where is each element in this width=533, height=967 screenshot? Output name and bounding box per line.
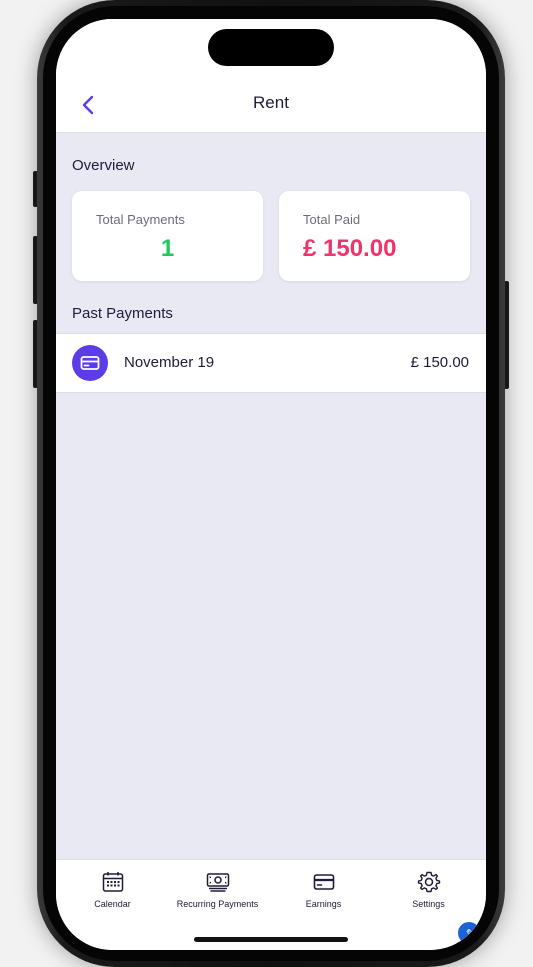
total-paid-label: Total Paid — [303, 212, 361, 227]
total-payments-value: 1 — [160, 235, 175, 262]
payment-date: November 19 — [124, 354, 215, 371]
dynamic-island — [208, 29, 334, 66]
total-payments-label: Total Payments — [96, 212, 185, 227]
tab-settings[interactable]: Settings — [375, 870, 482, 914]
payment-amount: £ 150.00 — [410, 354, 469, 371]
home-indicator[interactable] — [194, 937, 348, 942]
total-paid-value: £ 150.00 — [303, 235, 397, 262]
tab-recurring-payments[interactable]: Recurring Payments — [164, 870, 271, 914]
tab-calendar-label: Calendar — [94, 899, 131, 909]
tab-earnings[interactable]: Earnings — [270, 870, 377, 914]
tab-calendar[interactable]: Calendar — [59, 870, 166, 914]
credit-card-icon — [80, 356, 100, 370]
page-title: Rent — [253, 93, 289, 112]
tab-recurring-payments-label: Recurring Payments — [176, 899, 259, 909]
tab-earnings-label: Earnings — [305, 899, 342, 909]
app-screen: Rent Overview Total Payments 1 Total Pai… — [56, 19, 486, 950]
tab-settings-label: Settings — [412, 899, 445, 909]
total-payments-card: Total Payments 1 — [72, 191, 263, 281]
cash-icon — [206, 873, 229, 892]
credit-card-icon — [313, 874, 334, 890]
past-payments-heading: Past Payments — [72, 305, 173, 322]
total-paid-card: Total Paid £ 150.00 — [279, 191, 470, 281]
calendar-icon — [102, 872, 123, 892]
payment-list-item[interactable]: November 19 £ 150.00 — [56, 333, 486, 393]
phone-stage: Rent Overview Total Payments 1 Total Pai… — [0, 0, 533, 967]
assistant-icon[interactable]: ✎ — [456, 920, 482, 946]
gear-icon — [417, 871, 440, 893]
overview-heading: Overview — [72, 157, 135, 174]
payment-icon-badge — [72, 345, 108, 381]
